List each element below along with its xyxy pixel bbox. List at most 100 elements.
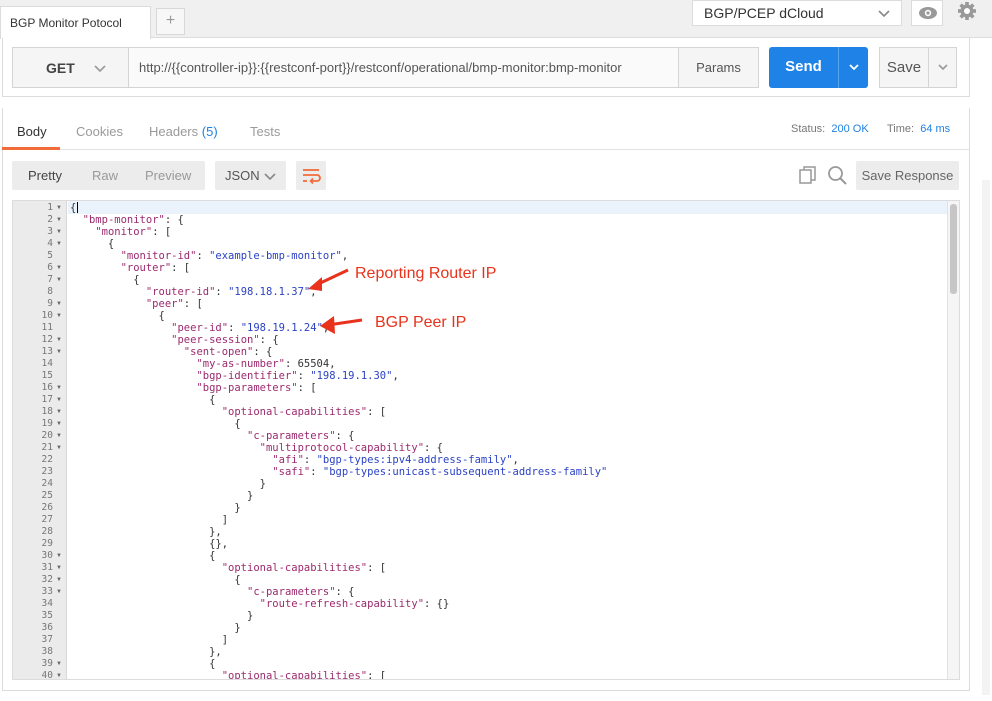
code-line: "optional-capabilities": [	[221, 406, 387, 418]
request-tab[interactable]: BGP Monitor Potocol	[0, 6, 151, 39]
code-line: {	[70, 550, 216, 562]
code-line: "bgp-parameters": [	[196, 382, 317, 394]
time-value: 64 ms	[920, 123, 951, 135]
line-number: 19	[41, 418, 53, 429]
tab-cookies[interactable]: Cookies	[76, 124, 123, 139]
fold-toggle-icon[interactable]: ▼	[56, 298, 62, 310]
headers-count: (5)	[201, 124, 218, 139]
environment-label: BGP/PCEP dCloud	[704, 5, 824, 21]
tab-body[interactable]: Body	[17, 124, 47, 139]
tab-headers-label: Headers	[149, 124, 199, 139]
url-input[interactable]: http://{{controller-ip}}:{{restconf-port…	[128, 47, 679, 88]
line-number: 29	[41, 538, 53, 549]
fold-toggle-icon[interactable]: ▼	[56, 658, 62, 670]
tab-headers[interactable]: Headers (5)	[149, 124, 218, 139]
fold-toggle-icon[interactable]: ▼	[56, 418, 62, 430]
fold-toggle-icon[interactable]: ▼	[56, 262, 62, 274]
line-number: 17	[41, 394, 53, 405]
fold-toggle-icon[interactable]: ▼	[56, 586, 62, 598]
fold-toggle-icon[interactable]: ▼	[56, 442, 62, 454]
code-line: "afi": "bgp-types:ipv4-address-family",	[272, 454, 519, 466]
code-line: "optional-capabilities": [	[221, 670, 387, 680]
code-line: "monitor-id": "example-bmp-monitor",	[120, 250, 349, 262]
line-number: 40	[41, 670, 53, 680]
line-number: 20	[41, 430, 53, 441]
fold-toggle-icon[interactable]: ▼	[56, 334, 62, 346]
line-number: 15	[41, 370, 53, 381]
code-line: "bgp-identifier": "198.19.1.30",	[196, 370, 399, 382]
fold-toggle-icon[interactable]: ▼	[56, 550, 62, 562]
code-line: "bmp-monitor": {	[82, 214, 184, 226]
code-line: "multiprotocol-capability": {	[259, 442, 443, 454]
fold-toggle-icon[interactable]: ▼	[56, 394, 62, 406]
line-number: 37	[41, 634, 53, 645]
environment-select[interactable]: BGP/PCEP dCloud	[692, 0, 902, 26]
fold-toggle-icon[interactable]: ▼	[56, 430, 62, 442]
code-line: },	[70, 646, 222, 658]
line-number: 26	[41, 502, 53, 513]
wrap-lines-icon	[303, 169, 321, 185]
fold-toggle-icon[interactable]: ▼	[56, 574, 62, 586]
gear-icon	[958, 2, 976, 20]
code-line: }	[70, 622, 241, 634]
settings-button[interactable]	[951, 0, 983, 26]
text-cursor	[77, 202, 78, 213]
view-preview-button[interactable]: Preview	[145, 168, 191, 183]
method-select[interactable]: GET	[12, 47, 129, 88]
code-line: "c-parameters": {	[247, 586, 355, 598]
fold-toggle-icon[interactable]: ▼	[56, 238, 62, 250]
fold-toggle-icon[interactable]: ▼	[56, 214, 62, 226]
fold-toggle-icon[interactable]: ▼	[56, 382, 62, 394]
request-tab-label: BGP Monitor Potocol	[10, 16, 122, 30]
copy-icon[interactable]	[797, 164, 819, 186]
editor-scrollbar-thumb[interactable]	[950, 204, 957, 294]
arrow-icon	[308, 268, 349, 291]
send-options-button[interactable]	[838, 47, 868, 88]
line-number: 14	[41, 358, 53, 369]
code-line: {	[70, 658, 216, 670]
active-line-highlight	[68, 201, 948, 214]
tab-tests[interactable]: Tests	[250, 124, 280, 139]
line-number: 5	[47, 250, 53, 261]
code-line: "route-refresh-capability": {}	[259, 598, 450, 610]
eye-icon	[919, 7, 937, 19]
fold-toggle-icon[interactable]: ▼	[56, 274, 62, 286]
params-button[interactable]: Params	[678, 47, 759, 88]
code-line: "c-parameters": {	[247, 430, 355, 442]
view-pretty-button[interactable]: Pretty	[28, 168, 62, 183]
line-number: 9	[47, 298, 53, 309]
line-number: 23	[41, 466, 53, 477]
view-raw-button[interactable]: Raw	[92, 168, 118, 183]
line-number: 34	[41, 598, 53, 609]
fold-toggle-icon[interactable]: ▼	[56, 346, 62, 358]
line-number: 38	[41, 646, 53, 657]
fold-toggle-icon[interactable]: ▼	[56, 670, 62, 679]
fold-toggle-icon[interactable]: ▼	[56, 562, 62, 574]
code-line: "router": [	[120, 262, 191, 274]
code-line: ]	[70, 634, 229, 646]
save-options-button[interactable]	[928, 47, 957, 88]
wrap-lines-button[interactable]	[296, 161, 326, 190]
code-line: }	[70, 502, 241, 514]
code-line: {	[70, 418, 241, 430]
search-icon[interactable]	[826, 164, 848, 186]
page-scrollbar[interactable]	[982, 180, 990, 695]
fold-toggle-icon[interactable]: ▼	[56, 226, 62, 238]
line-number: 18	[41, 406, 53, 417]
format-select[interactable]: JSON	[215, 161, 286, 190]
code-line: "router-id": "198.18.1.37",	[145, 286, 317, 298]
code-line: "my-as-number": 65504,	[196, 358, 336, 370]
environment-quick-look-button[interactable]	[911, 0, 943, 26]
code-line: }	[70, 478, 266, 490]
line-number: 24	[41, 478, 53, 489]
send-button[interactable]: Send	[769, 47, 838, 88]
chevron-down-icon	[94, 65, 106, 73]
fold-toggle-icon[interactable]: ▼	[56, 406, 62, 418]
save-response-button[interactable]: Save Response	[856, 161, 959, 190]
fold-toggle-icon[interactable]: ▼	[56, 202, 62, 214]
chevron-down-icon	[264, 173, 276, 181]
fold-toggle-icon[interactable]: ▼	[56, 310, 62, 322]
new-tab-button[interactable]: +	[156, 8, 185, 35]
save-button[interactable]: Save	[879, 47, 929, 88]
line-number: 12	[41, 334, 53, 345]
